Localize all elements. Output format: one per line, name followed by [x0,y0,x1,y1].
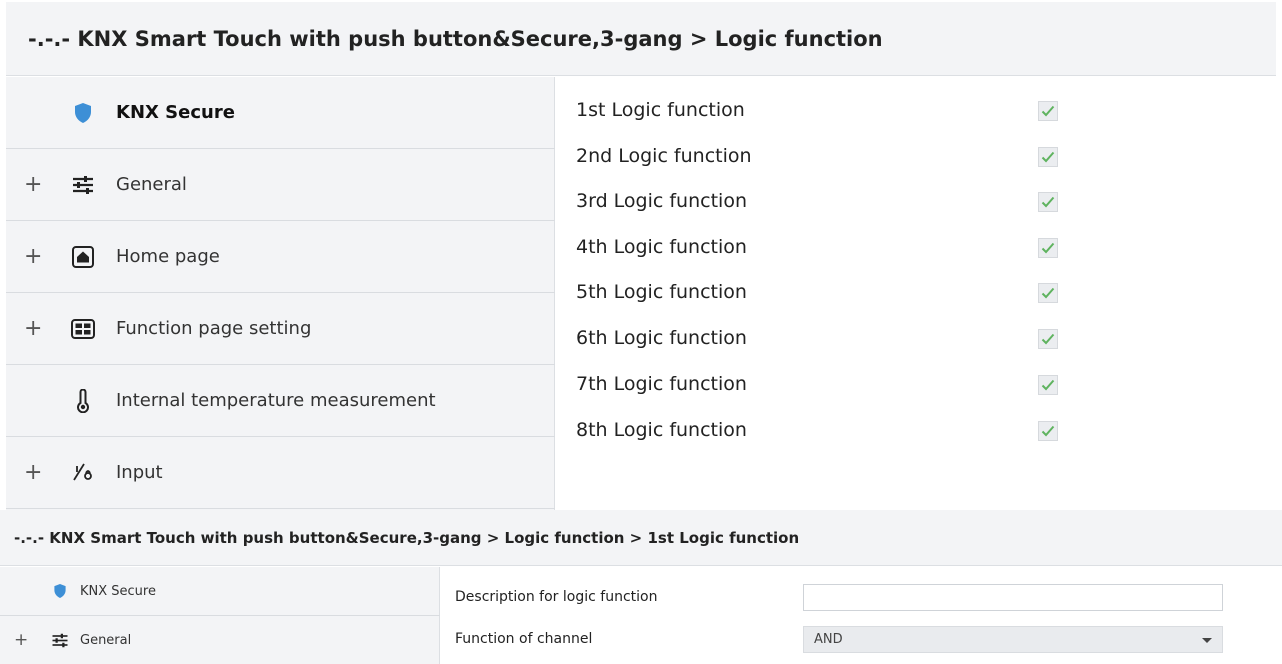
logic-function-label: 8th Logic function [576,419,747,441]
expand-icon[interactable]: + [24,461,42,484]
logic-function-checkbox[interactable] [1038,421,1058,441]
sidebar-item-label: General [116,174,187,195]
expand-icon[interactable]: + [24,245,42,268]
list-item: 2nd Logic function [576,139,1096,173]
expand-icon[interactable]: + [14,630,28,650]
logic-function-checkbox[interactable] [1038,238,1058,258]
sidebar-item-label: General [80,632,132,648]
sliders-icon [70,172,96,198]
sidebar-item-general[interactable]: + General [0,616,440,664]
logic-function-checkbox[interactable] [1038,329,1058,349]
function-label: Function of channel [455,631,593,647]
logic-function-label: 7th Logic function [576,373,747,395]
chevron-down-icon [1202,638,1212,643]
sidebar-item-knx-secure[interactable]: KNX Secure [0,567,440,616]
logic-function-list: 1st Logic function 2nd Logic function 3r… [556,77,1276,510]
list-item: 1st Logic function [576,93,1096,127]
sidebar-secondary: KNX Secure + General [0,567,440,664]
sidebar-item-function-page-setting[interactable]: + Function page setting [6,293,555,365]
sidebar-item-label: Home page [116,246,220,267]
logic-function-label: 4th Logic function [576,236,747,258]
sidebar-item-label: Function page setting [116,318,312,339]
sidebar: KNX Secure + General + Home page + Funct… [6,77,555,510]
parameter-panel: Description for logic function Function … [441,567,1282,664]
logic-function-label: 5th Logic function [576,281,747,303]
list-item: 3rd Logic function [576,184,1096,218]
logic-function-checkbox[interactable] [1038,375,1058,395]
sidebar-item-general[interactable]: + General [6,149,555,221]
logic-function-checkbox[interactable] [1038,147,1058,167]
expand-icon[interactable]: + [24,317,42,340]
input-icon [70,460,96,486]
list-item: 7th Logic function [576,367,1096,401]
logic-function-label: 2nd Logic function [576,145,752,167]
description-label: Description for logic function [455,589,658,605]
sidebar-item-input[interactable]: + Input [6,437,555,509]
sidebar-item-home-page[interactable]: + Home page [6,221,555,293]
logic-function-checkbox[interactable] [1038,101,1058,121]
sidebar-item-internal-temperature[interactable]: Internal temperature measurement [6,365,555,437]
logic-function-label: 6th Logic function [576,327,747,349]
function-select[interactable]: AND [803,626,1223,653]
logic-function-checkbox[interactable] [1038,283,1058,303]
list-item: 6th Logic function [576,321,1096,355]
page-title: -.-.- KNX Smart Touch with push button&S… [6,2,1276,76]
logic-function-label: 1st Logic function [576,99,745,121]
sidebar-item-label: KNX Secure [80,583,156,599]
sidebar-item-label: Input [116,462,163,483]
shield-icon [70,100,96,126]
grid-icon [70,316,96,342]
thermometer-icon [70,388,96,414]
logic-function-label: 3rd Logic function [576,190,747,212]
function-select-value: AND [814,632,843,647]
shield-icon [50,581,70,601]
page-title-secondary: -.-.- KNX Smart Touch with push button&S… [0,510,1282,566]
sidebar-item-knx-secure[interactable]: KNX Secure [6,77,555,149]
list-item: 8th Logic function [576,413,1096,447]
sliders-icon [50,630,70,650]
sidebar-item-label: Internal temperature measurement [116,390,436,411]
logic-function-checkbox[interactable] [1038,192,1058,212]
home-icon [70,244,96,270]
list-item: 5th Logic function [576,275,1096,309]
description-input[interactable] [803,584,1223,611]
sidebar-item-label: KNX Secure [116,102,235,123]
list-item: 4th Logic function [576,230,1096,264]
expand-icon[interactable]: + [24,173,42,196]
